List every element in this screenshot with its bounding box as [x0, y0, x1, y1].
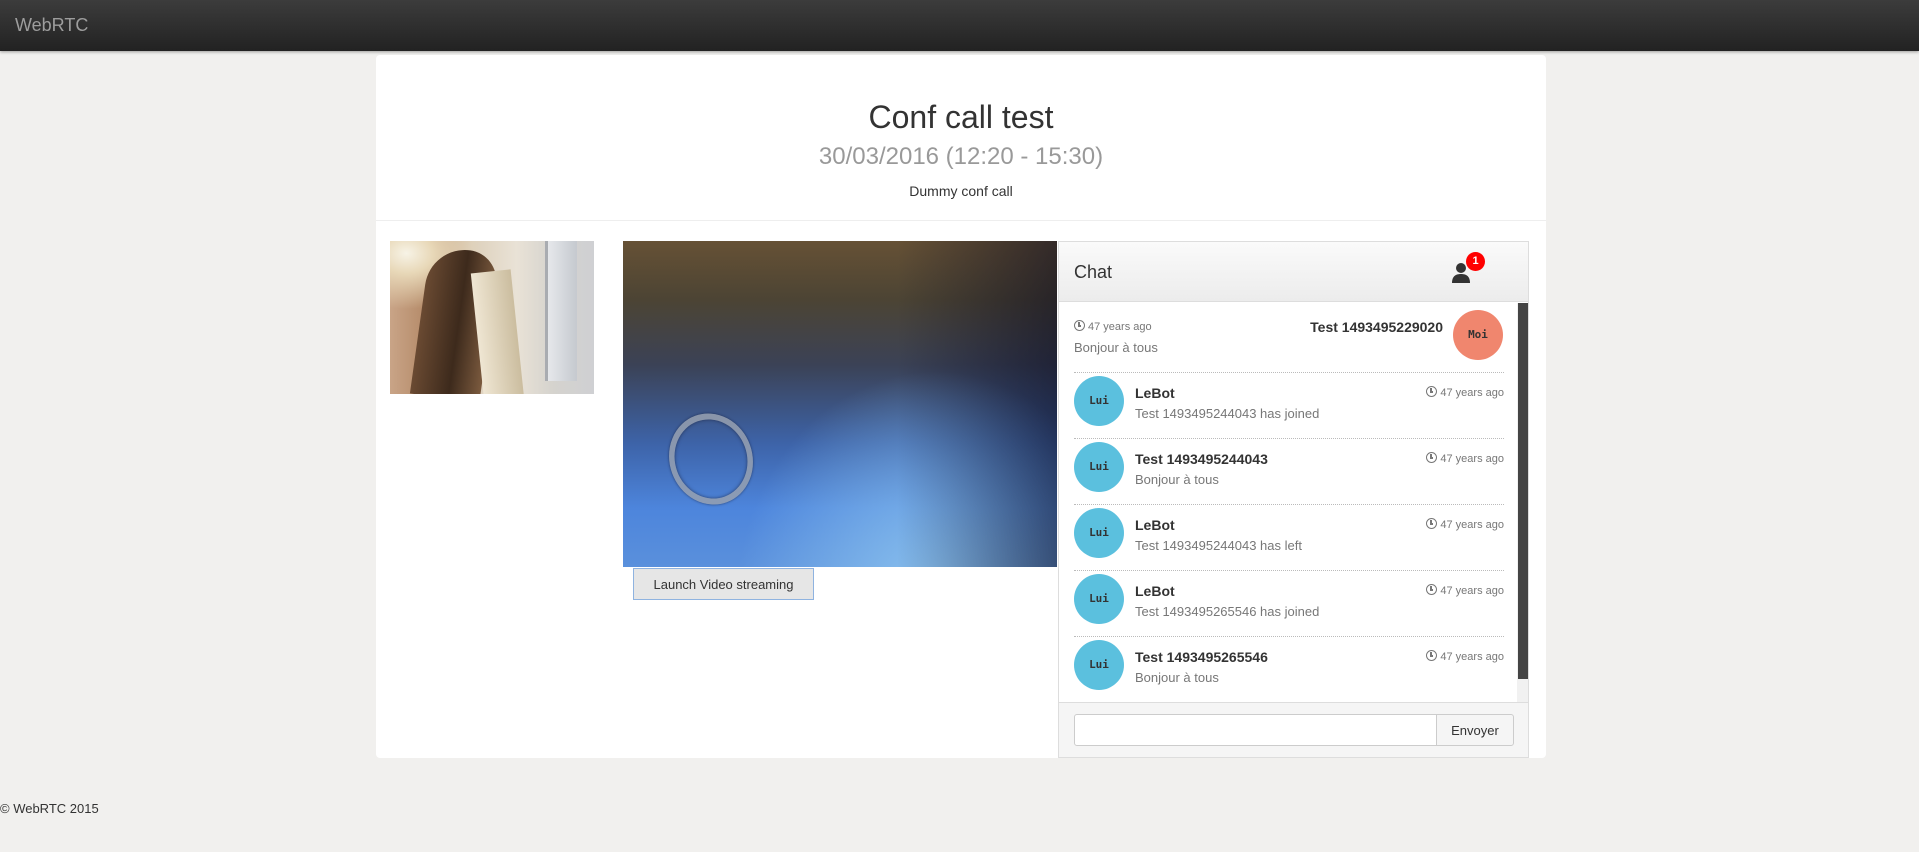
chat-message: Lui Test 1493495265546 Bonjour à tous 47… — [1074, 637, 1504, 702]
message-author: LeBot — [1135, 517, 1175, 533]
clock-icon — [1074, 320, 1085, 331]
avatar: Lui — [1074, 574, 1124, 624]
message-text: Bonjour à tous — [1135, 472, 1219, 487]
message-text: Bonjour à tous — [1135, 670, 1219, 685]
chat-panel: Chat 1 47 years ago Test 1493495229020 B… — [1058, 241, 1529, 758]
chat-title: Chat — [1074, 262, 1113, 282]
message-text: Test 1493495244043 has left — [1135, 538, 1302, 553]
message-author: LeBot — [1135, 583, 1175, 599]
conference-header: Conf call test 30/03/2016 (12:20 - 15:30… — [376, 55, 1546, 221]
brand-link[interactable]: WebRTC — [15, 15, 88, 36]
navbar: WebRTC — [0, 0, 1919, 51]
video-vignette — [897, 241, 1057, 567]
message-time: 47 years ago — [1426, 518, 1504, 531]
chat-header: Chat 1 — [1059, 242, 1528, 302]
conference-date: 30/03/2016 (12:20 - 15:30) — [818, 143, 1104, 170]
conference-title: Conf call test — [868, 99, 1054, 135]
chat-scrollbar-thumb[interactable] — [1518, 303, 1528, 679]
conference-panel: Conf call test 30/03/2016 (12:20 - 15:30… — [376, 55, 1546, 758]
avatar: Lui — [1074, 376, 1124, 426]
message-text: Bonjour à tous — [1074, 340, 1158, 355]
clock-icon — [1426, 452, 1438, 463]
chat-footer: Envoyer — [1059, 702, 1528, 757]
avatar: Lui — [1074, 640, 1124, 690]
clock-icon — [1426, 650, 1438, 661]
chat-message: Lui LeBot Test 1493495265546 has joined … — [1074, 571, 1504, 637]
avatar: Lui — [1074, 508, 1124, 558]
clock-icon — [1426, 584, 1438, 595]
chat-message: 47 years ago Test 1493495229020 Bonjour … — [1074, 307, 1504, 373]
message-time: 47 years ago — [1426, 386, 1504, 399]
local-video-thumbnail[interactable] — [390, 241, 594, 394]
avatar: Lui — [1074, 442, 1124, 492]
chat-message: Lui LeBot Test 1493495244043 has left 47… — [1074, 505, 1504, 571]
message-author: Test 1493495229020 — [1310, 319, 1443, 335]
chat-message-input[interactable] — [1074, 714, 1437, 746]
message-text: Test 1493495265546 has joined — [1135, 604, 1320, 619]
chat-message: Lui Test 1493495244043 Bonjour à tous 47… — [1074, 439, 1504, 505]
message-text: Test 1493495244043 has joined — [1135, 406, 1320, 421]
message-time: 47 years ago — [1426, 650, 1504, 663]
chat-scrollbar[interactable] — [1517, 303, 1528, 702]
message-time: 47 years ago — [1074, 320, 1152, 333]
message-author: Test 1493495244043 — [1135, 451, 1268, 467]
video-content-ring — [656, 401, 766, 517]
launch-video-streaming-button[interactable]: Launch Video streaming — [633, 568, 814, 600]
notification-badge: 1 — [1466, 252, 1485, 271]
thumbnail-content — [545, 241, 577, 381]
clock-icon — [1426, 518, 1438, 529]
message-author: LeBot — [1135, 385, 1175, 401]
message-time: 47 years ago — [1426, 452, 1504, 465]
send-button[interactable]: Envoyer — [1436, 714, 1514, 746]
avatar: Moi — [1453, 310, 1503, 360]
chat-message: Lui LeBot Test 1493495244043 has joined … — [1074, 373, 1504, 439]
remote-video[interactable] — [623, 241, 1057, 567]
chat-messages[interactable]: 47 years ago Test 1493495229020 Bonjour … — [1059, 303, 1528, 702]
conference-description: Dummy conf call — [909, 183, 1013, 199]
page-footer: © WebRTC 2015 — [0, 801, 99, 816]
clock-icon — [1426, 386, 1438, 397]
message-time: 47 years ago — [1426, 584, 1504, 597]
message-author: Test 1493495265546 — [1135, 649, 1268, 665]
